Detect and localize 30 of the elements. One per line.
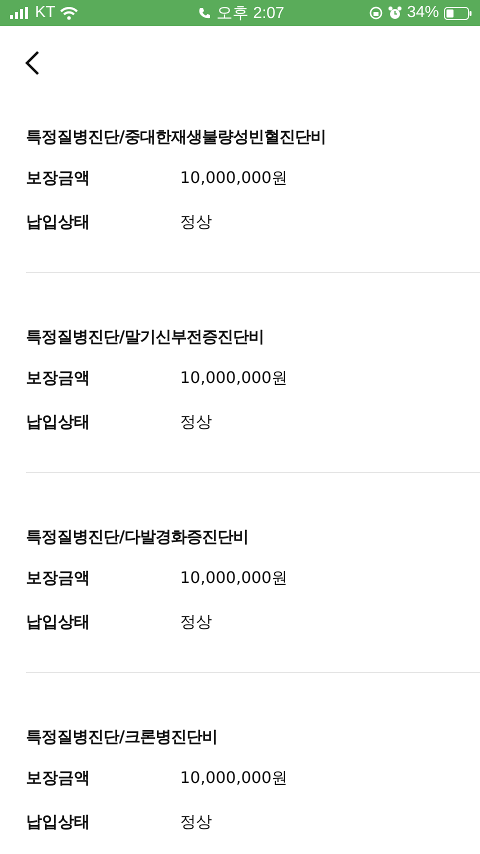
field-label: 납입상태 [26,811,91,833]
field-value: 정상 [180,411,212,433]
field-value: 정상 [180,811,212,833]
battery-icon [444,6,472,20]
wifi-icon [60,6,78,20]
field-label: 보장금액 [26,367,91,389]
coverage-title: 특정질병진단/중대한재생불량성빈혈진단비 [26,126,327,148]
clock-text: 오후 2:07 [216,4,284,24]
field-label: 보장금액 [26,767,91,789]
rotation-lock-icon [368,6,383,20]
field-value: 10,000,000원 [180,767,288,789]
field-label: 보장금액 [26,167,91,189]
field-value: 10,000,000원 [180,167,288,189]
field-value: 10,000,000원 [180,567,288,589]
signal-icon [10,7,30,19]
field-value: 정상 [180,211,212,233]
field-label: 보장금액 [26,567,91,589]
field-label: 납입상태 [26,611,91,633]
coverage-title: 특정질병진단/말기신부전증진단비 [26,326,265,348]
coverage-title: 특정질병진단/크론병진단비 [26,726,218,748]
field-label: 납입상태 [26,411,91,433]
field-value: 10,000,000원 [180,367,288,389]
field-value: 정상 [180,611,212,633]
back-icon[interactable] [24,50,40,76]
coverage-title: 특정질병진단/다발경화증진단비 [26,526,250,548]
battery-percent: 34% [406,4,439,22]
carrier-text: KT [35,4,56,22]
phone-icon [198,6,211,20]
alarm-icon [388,6,402,20]
field-label: 납입상태 [26,211,91,233]
